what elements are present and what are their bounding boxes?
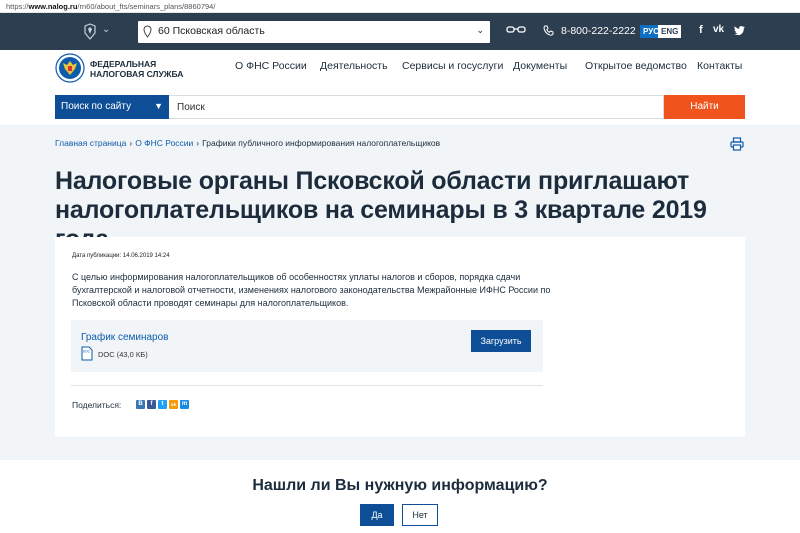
- doc-icon-label: DOC: [83, 350, 91, 354]
- attachment-meta: DOC (43,0 КБ): [98, 350, 148, 359]
- breadcrumb-current: Графики публичного информирования налого…: [202, 138, 441, 148]
- logo-text[interactable]: ФЕДЕРАЛЬНАЯ НАЛОГОВАЯ СЛУЖБА: [90, 59, 183, 79]
- url-domain: www.nalog.ru: [28, 2, 78, 11]
- print-icon[interactable]: [730, 137, 744, 151]
- nav-activity[interactable]: Деятельность: [320, 60, 388, 72]
- logo-line-1: ФЕДЕРАЛЬНАЯ: [90, 59, 157, 69]
- facebook-icon[interactable]: f: [699, 24, 703, 36]
- doc-file-icon: DOC: [81, 346, 93, 361]
- share-facebook-icon[interactable]: f: [147, 400, 156, 409]
- top-bar: ⌄ 60 Псковская область ⌄ 8-800-222-2222 …: [0, 13, 800, 50]
- chevron-down-icon: ⌄: [476, 25, 484, 35]
- share-twitter-icon[interactable]: t: [158, 400, 167, 409]
- divider: [71, 385, 543, 386]
- article-body: С целью информирования налогоплательщико…: [72, 272, 551, 308]
- url-path: /rn60/about_fts/seminars_plans/8860794/: [77, 2, 216, 11]
- lang-en-button[interactable]: ENG: [658, 25, 682, 38]
- share-odnoklassniki-icon[interactable]: ok: [169, 400, 178, 409]
- nav-about[interactable]: О ФНС России: [235, 60, 307, 72]
- vk-icon[interactable]: vk: [713, 24, 724, 35]
- share-mailru-icon[interactable]: m: [180, 400, 189, 409]
- breadcrumb-section[interactable]: О ФНС России: [135, 138, 193, 148]
- download-button[interactable]: Загрузить: [471, 330, 531, 352]
- breadcrumb-separator-icon: ›: [129, 138, 133, 148]
- chevron-down-icon: ▼: [154, 101, 163, 111]
- chevron-down-icon[interactable]: ⌄: [102, 24, 110, 35]
- region-label: 60 Псковская область: [158, 25, 265, 37]
- search-input[interactable]: Поиск: [169, 95, 664, 119]
- phone-icon: [543, 25, 554, 36]
- url-prefix: https://: [6, 2, 29, 11]
- feedback-yes-button[interactable]: Да: [360, 504, 394, 526]
- twitter-icon[interactable]: [734, 26, 745, 35]
- hotline-phone[interactable]: 8-800-222-2222: [561, 25, 636, 37]
- share-vk-icon[interactable]: B: [136, 400, 145, 409]
- nav-contacts[interactable]: Контакты: [697, 60, 742, 72]
- feedback-question: Нашли ли Вы нужную информацию?: [252, 477, 548, 494]
- nav-services[interactable]: Сервисы и госуслуги: [402, 60, 503, 72]
- address-bar[interactable]: https://www.nalog.ru/rn60/about_fts/semi…: [0, 0, 800, 13]
- search-scope-dropdown[interactable]: Поиск по сайту ▼: [55, 95, 169, 119]
- nav-open-agency[interactable]: Открытое ведомство: [585, 60, 687, 72]
- publication-date: Дата публикации: 14.06.2019 14:24: [72, 253, 170, 259]
- region-selector[interactable]: 60 Псковская область ⌄: [138, 21, 490, 43]
- feedback-no-button[interactable]: Нет: [402, 504, 438, 526]
- nav-documents[interactable]: Документы: [513, 60, 567, 72]
- fns-logo-emblem[interactable]: [55, 53, 85, 83]
- breadcrumb: Главная страница › О ФНС России › Графики пу…: [55, 138, 440, 148]
- search-button[interactable]: Найти: [664, 95, 745, 119]
- breadcrumb-home[interactable]: Главная страница: [55, 138, 126, 148]
- coat-of-arms-icon[interactable]: [83, 23, 97, 40]
- breadcrumb-separator-icon: ›: [196, 138, 200, 148]
- attachment-link[interactable]: График семинаров: [81, 332, 169, 343]
- accessibility-glasses-icon[interactable]: [506, 25, 526, 35]
- share-label: Поделиться:: [72, 400, 122, 410]
- logo-line-2: НАЛОГОВАЯ СЛУЖБА: [90, 69, 184, 79]
- search-scope-label: Поиск по сайту: [61, 101, 132, 112]
- location-pin-icon: [143, 25, 152, 38]
